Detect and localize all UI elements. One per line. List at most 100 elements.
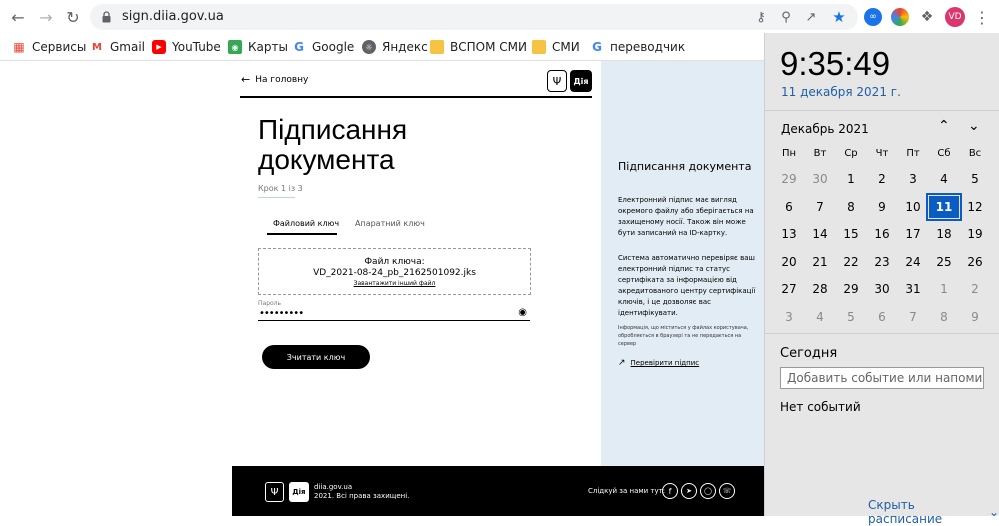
chevron-up-icon[interactable]: ⌃ xyxy=(938,118,950,134)
reload-icon[interactable]: ↻ xyxy=(61,5,85,29)
calendar-day[interactable]: 2 xyxy=(960,278,990,300)
address-bar[interactable]: sign.diia.gov.ua ⚷ ⚲ ↗ ★ xyxy=(90,4,858,30)
calendar-day[interactable]: 27 xyxy=(774,278,804,300)
apps-icon: ▦ xyxy=(13,40,25,54)
calendar-day[interactable]: 28 xyxy=(805,278,835,300)
maps-icon: ◉ xyxy=(228,40,242,54)
calendar-day[interactable]: 1 xyxy=(929,278,959,300)
calendar-day[interactable]: 25 xyxy=(929,251,959,273)
extension-color-icon[interactable] xyxy=(891,8,909,26)
calendar-day[interactable]: 1 xyxy=(836,168,866,190)
event-input[interactable]: Добавить событие или напоминание xyxy=(780,367,984,389)
forward-icon[interactable]: → xyxy=(34,5,58,29)
calendar-day[interactable]: 30 xyxy=(805,168,835,190)
bookmark-services[interactable]: ▦ Сервисы xyxy=(12,38,86,56)
page-content: ← На головну Ψ Дія Підписання документа … xyxy=(0,61,764,516)
url-text: sign.diia.gov.ua xyxy=(122,9,224,24)
calendar-day[interactable]: 16 xyxy=(867,223,897,245)
instagram-icon[interactable]: ◯ xyxy=(700,483,716,499)
calendar-day[interactable]: 23 xyxy=(867,251,897,273)
calendar-day[interactable]: 26 xyxy=(960,251,990,273)
bookmark-smi[interactable]: СМИ xyxy=(532,38,580,56)
viber-icon[interactable]: ☏ xyxy=(719,483,735,499)
bookmark-google[interactable]: G Google xyxy=(292,38,354,56)
calendar-day-today[interactable]: 11 xyxy=(926,192,962,221)
calendar-day[interactable]: 4 xyxy=(929,168,959,190)
zoom-icon[interactable]: ⚲ xyxy=(777,8,795,26)
globe-icon: ☼ xyxy=(362,40,376,54)
bookmark-youtube[interactable]: ▶ YouTube xyxy=(152,38,221,56)
chevron-down-icon[interactable]: ⌄ xyxy=(968,118,980,134)
eye-icon[interactable]: ◉ xyxy=(518,307,527,318)
upload-other-link[interactable]: Завантажити інший файл xyxy=(259,280,530,287)
back-link[interactable]: ← На головну xyxy=(241,73,308,86)
back-icon[interactable]: ← xyxy=(6,5,30,29)
bookmark-translator[interactable]: Gпереводчик xyxy=(590,38,685,56)
calendar-day[interactable]: 3 xyxy=(898,168,928,190)
folder-icon xyxy=(532,40,546,54)
calendar-day[interactable]: 9 xyxy=(867,196,897,218)
avatar[interactable]: VD xyxy=(945,7,965,27)
main-card: ← На головну Ψ Дія Підписання документа … xyxy=(232,61,601,466)
calendar-day[interactable]: 21 xyxy=(805,251,835,273)
calendar-day[interactable]: 5 xyxy=(960,168,990,190)
tab-file-key[interactable]: Файловий ключ xyxy=(273,219,339,228)
facebook-icon[interactable]: f xyxy=(662,483,678,499)
clock-time: 9:35:49 xyxy=(780,45,891,82)
hide-schedule-link[interactable]: Скрыть расписание ⌄ xyxy=(868,498,999,526)
tab-hardware-key[interactable]: Апаратний ключ xyxy=(355,219,425,228)
extension-infinity-icon[interactable]: ∞ xyxy=(864,8,882,26)
bookmark-vspom-smi[interactable]: ВСПОМ СМИ xyxy=(430,38,527,56)
calendar-day[interactable]: 13 xyxy=(774,223,804,245)
calendar-day[interactable]: 6 xyxy=(867,306,897,328)
calendar-day[interactable]: 17 xyxy=(898,223,928,245)
lock-icon xyxy=(102,11,111,23)
calendar-day[interactable]: 5 xyxy=(836,306,866,328)
calendar-day[interactable]: 7 xyxy=(805,196,835,218)
calendar-day[interactable]: 14 xyxy=(805,223,835,245)
calendar-day[interactable]: 2 xyxy=(867,168,897,190)
file-name: VD_2021-08-24_pb_2162501092.jks xyxy=(313,268,476,278)
bookmark-maps[interactable]: ◉ Карты xyxy=(228,38,288,56)
calendar-day[interactable]: 8 xyxy=(929,306,959,328)
file-key-box[interactable]: Файл ключа: VD_2021-08-24_pb_2162501092.… xyxy=(258,248,531,295)
calendar-month[interactable]: Декабрь 2021 xyxy=(781,122,869,136)
clock-date[interactable]: 11 декабря 2021 г. xyxy=(781,85,901,99)
calendar-day[interactable]: 3 xyxy=(774,306,804,328)
calendar-day[interactable]: 29 xyxy=(774,168,804,190)
menu-dots-icon[interactable]: ⋮ xyxy=(970,5,994,29)
calendar-day[interactable]: 29 xyxy=(836,278,866,300)
share-icon[interactable]: ↗ xyxy=(802,8,820,26)
footer-site[interactable]: diia.gov.ua xyxy=(314,483,352,491)
header-divider xyxy=(240,96,592,98)
bookmark-yandex[interactable]: ☼ Яндекс xyxy=(362,38,428,56)
weekday-header: Пн xyxy=(781,148,797,159)
weekday-header: Вт xyxy=(813,148,827,159)
bookmark-gmail[interactable]: M Gmail xyxy=(90,38,145,56)
calendar-day[interactable]: 19 xyxy=(960,223,990,245)
calendar-day[interactable]: 7 xyxy=(898,306,928,328)
calendar-day[interactable]: 10 xyxy=(898,196,928,218)
footer-rights: 2021. Всі права захищені. xyxy=(314,492,410,500)
calendar-day[interactable]: 20 xyxy=(774,251,804,273)
calendar-day[interactable]: 24 xyxy=(898,251,928,273)
calendar-day[interactable]: 12 xyxy=(960,196,990,218)
verify-link[interactable]: ↗ Перевірити підпис xyxy=(618,358,699,368)
calendar-day[interactable]: 15 xyxy=(836,223,866,245)
password-input[interactable]: ••••••••• ◉ xyxy=(258,307,530,321)
calendar-day[interactable]: 6 xyxy=(774,196,804,218)
info-sidebar: Підписання документа Електронний підпис … xyxy=(601,61,764,466)
puzzle-icon[interactable]: ❖ xyxy=(918,8,936,26)
key-icon[interactable]: ⚷ xyxy=(752,8,770,26)
youtube-icon: ▶ xyxy=(152,40,166,54)
bookmark-star-icon[interactable]: ★ xyxy=(830,8,848,26)
calendar-day[interactable]: 4 xyxy=(805,306,835,328)
calendar-day[interactable]: 18 xyxy=(929,223,959,245)
calendar-day[interactable]: 8 xyxy=(836,196,866,218)
calendar-day[interactable]: 30 xyxy=(867,278,897,300)
calendar-day[interactable]: 9 xyxy=(960,306,990,328)
read-key-button[interactable]: Зчитати ключ xyxy=(262,345,370,369)
telegram-icon[interactable]: ➤ xyxy=(681,483,697,499)
calendar-day[interactable]: 31 xyxy=(898,278,928,300)
calendar-day[interactable]: 22 xyxy=(836,251,866,273)
